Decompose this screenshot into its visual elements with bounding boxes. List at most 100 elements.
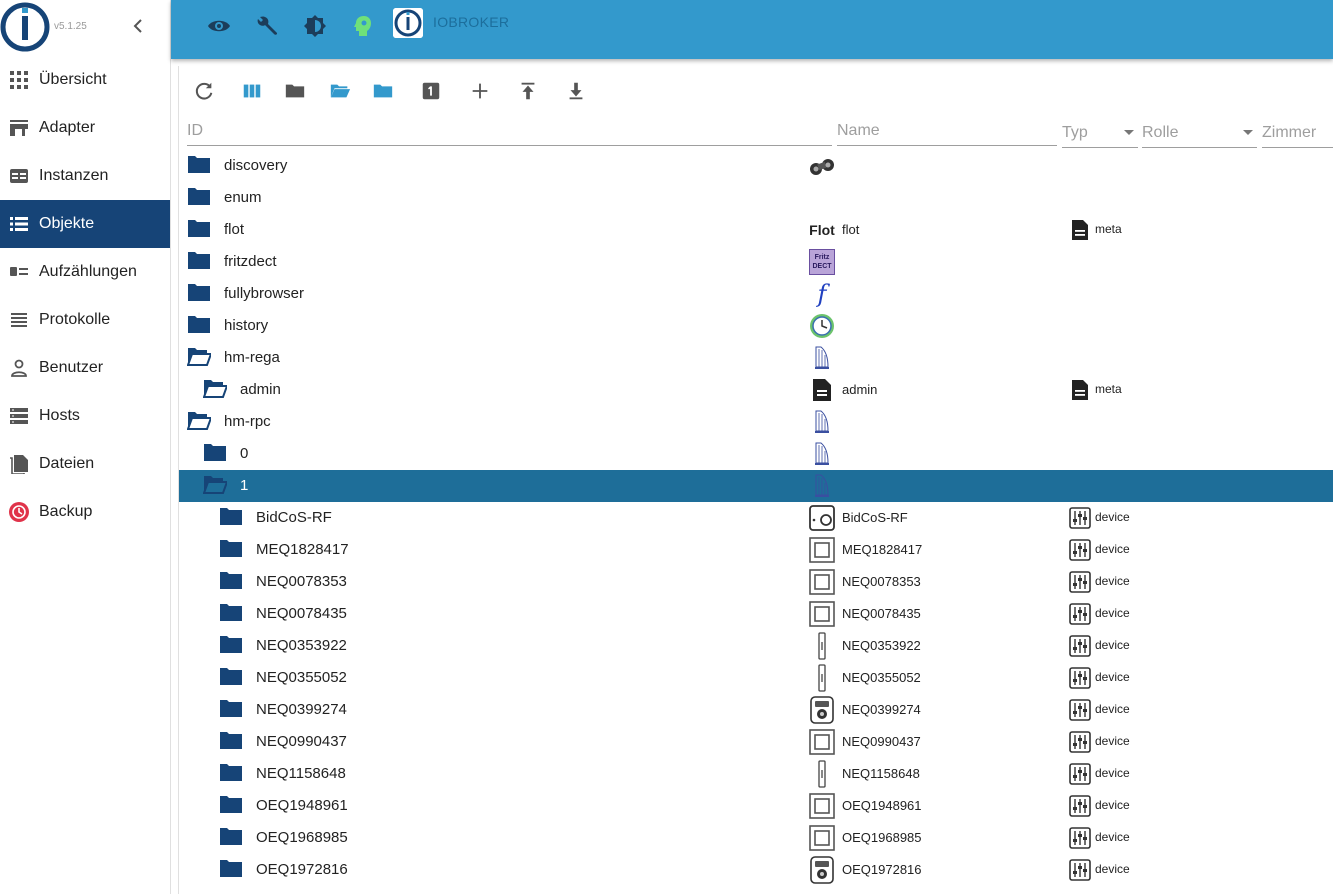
- add-icon[interactable]: [469, 80, 491, 102]
- tree-row[interactable]: fullybrowser f: [179, 278, 1333, 310]
- folder-icon[interactable]: [187, 251, 211, 271]
- role-filter[interactable]: Rolle: [1142, 118, 1257, 148]
- sidebar-item-objekte[interactable]: Objekte: [0, 200, 170, 248]
- collapse-sidebar-icon[interactable]: [130, 18, 146, 34]
- sidebar-item-label: Instanzen: [39, 167, 109, 184]
- tree-row[interactable]: hm-rega: [179, 342, 1333, 374]
- folder-icon[interactable]: [219, 795, 243, 815]
- folder-icon[interactable]: [219, 731, 243, 751]
- tree-row[interactable]: discovery: [179, 150, 1333, 182]
- folder-blue-icon[interactable]: [372, 80, 394, 102]
- device-type-icon: [1069, 539, 1091, 561]
- folder-icon[interactable]: [187, 187, 211, 207]
- tree-row[interactable]: enum: [179, 182, 1333, 214]
- sidebar: v5.1.25 Übersicht Adapter Instanzen Objekte…: [0, 0, 171, 894]
- tree-row[interactable]: BidCoS-RF BidCoS-RF device: [179, 502, 1333, 534]
- sidebar-item-dateien[interactable]: Dateien: [0, 440, 170, 488]
- tree-row[interactable]: 0: [179, 438, 1333, 470]
- tree-row[interactable]: NEQ0355052 NEQ0355052 device: [179, 662, 1333, 694]
- folder-icon[interactable]: [219, 539, 243, 559]
- object-type: device: [1095, 542, 1130, 556]
- folder-open-icon[interactable]: [202, 379, 229, 399]
- folder-open-icon[interactable]: [202, 475, 229, 495]
- folder-icon[interactable]: [219, 859, 243, 879]
- folder-icon[interactable]: [203, 443, 227, 463]
- tree-row[interactable]: NEQ0399274 NEQ0399274 device: [179, 694, 1333, 726]
- columns-icon[interactable]: [241, 80, 263, 102]
- theme-icon[interactable]: [303, 14, 327, 38]
- folder-icon[interactable]: [219, 635, 243, 655]
- tree-row[interactable]: MEQ1828417 MEQ1828417 device: [179, 534, 1333, 566]
- sidebar-item-protokolle[interactable]: Protokolle: [0, 296, 170, 344]
- tree-row[interactable]: NEQ0353922 NEQ0353922 device: [179, 630, 1333, 662]
- folder-icon[interactable]: [187, 315, 211, 335]
- tree-row[interactable]: OEQ1948961 OEQ1948961 device: [179, 790, 1333, 822]
- sidebar-item-label: Dateien: [39, 455, 95, 472]
- folder-icon[interactable]: [187, 219, 211, 239]
- type-filter[interactable]: Typ: [1062, 118, 1138, 148]
- role-header: Rolle: [1142, 124, 1179, 141]
- tree-row[interactable]: NEQ0990437 NEQ0990437 device: [179, 726, 1333, 758]
- folder-icon[interactable]: [219, 699, 243, 719]
- sidebar-item-hosts[interactable]: Hosts: [0, 392, 170, 440]
- folder-open-icon[interactable]: [186, 347, 213, 367]
- folder-icon[interactable]: [219, 571, 243, 591]
- upload-icon[interactable]: [517, 80, 539, 102]
- object-id: enum: [224, 189, 262, 206]
- tree-row[interactable]: NEQ0078435 NEQ0078435 device: [179, 598, 1333, 630]
- sidebar-item-label: Adapter: [39, 119, 96, 136]
- flot-logo: Flot: [809, 217, 835, 243]
- folder-icon[interactable]: [187, 283, 211, 303]
- object-type: device: [1095, 510, 1130, 524]
- document-icon: [809, 377, 835, 403]
- switch-device-icon: [809, 825, 835, 851]
- room-filter[interactable]: Zimmer: [1262, 118, 1333, 148]
- tree-row[interactable]: OEQ1968985 OEQ1968985 device: [179, 822, 1333, 854]
- folder-icon[interactable]: [219, 667, 243, 687]
- chevron-down-icon: [1243, 130, 1253, 135]
- one-icon[interactable]: [420, 80, 442, 102]
- thermostat-icon: [809, 696, 835, 724]
- folder-icon[interactable]: [219, 763, 243, 783]
- folder-icon[interactable]: [284, 80, 306, 102]
- expert-mode-icon[interactable]: [351, 14, 375, 38]
- sidebar-item-adapter[interactable]: Adapter: [0, 104, 170, 152]
- folder-icon[interactable]: [219, 827, 243, 847]
- folder-open-icon[interactable]: [186, 411, 213, 431]
- sidebar-item-übersicht[interactable]: Übersicht: [0, 56, 170, 104]
- folder-icon[interactable]: [187, 155, 211, 175]
- tree-row[interactable]: 1: [179, 470, 1333, 502]
- iobroker-brand-logo: [393, 8, 423, 38]
- tree-row[interactable]: NEQ1158648 NEQ1158648 device: [179, 758, 1333, 790]
- tree-row[interactable]: history: [179, 310, 1333, 342]
- fully-logo: f: [817, 280, 827, 308]
- folder-open-icon[interactable]: [329, 80, 351, 102]
- tree-row[interactable]: fritzdect Fritz DECT: [179, 246, 1333, 278]
- object-type: device: [1095, 574, 1130, 588]
- tree-row[interactable]: hm-rpc: [179, 406, 1333, 438]
- download-icon[interactable]: [565, 80, 587, 102]
- sidebar-item-instanzen[interactable]: Instanzen: [0, 152, 170, 200]
- object-name: OEQ1972816: [842, 862, 922, 877]
- ccu-device-icon: [809, 505, 835, 531]
- sidebar-item-aufzählungen[interactable]: Aufzählungen: [0, 248, 170, 296]
- user-icon: [8, 357, 30, 379]
- refresh-icon[interactable]: [193, 80, 215, 102]
- tree-row[interactable]: flot Flot flot meta: [179, 214, 1333, 246]
- name-header: Name: [837, 122, 880, 139]
- store-icon: [8, 117, 30, 139]
- folder-icon[interactable]: [219, 603, 243, 623]
- iobroker-logo[interactable]: [0, 2, 50, 52]
- eye-icon[interactable]: [207, 14, 231, 38]
- folder-icon[interactable]: [219, 507, 243, 527]
- name-filter[interactable]: Name: [837, 116, 1057, 146]
- wrench-icon[interactable]: [255, 14, 279, 38]
- sidebar-item-backup[interactable]: Backup: [0, 488, 170, 536]
- device-type-icon: [1069, 731, 1091, 753]
- tree-row[interactable]: NEQ0078353 NEQ0078353 device: [179, 566, 1333, 598]
- id-filter[interactable]: ID: [187, 116, 832, 146]
- tree-row[interactable]: OEQ1972816 OEQ1972816 device: [179, 854, 1333, 886]
- tree-row[interactable]: admin admin meta: [179, 374, 1333, 406]
- switch-device-icon: [809, 793, 835, 819]
- sidebar-item-benutzer[interactable]: Benutzer: [0, 344, 170, 392]
